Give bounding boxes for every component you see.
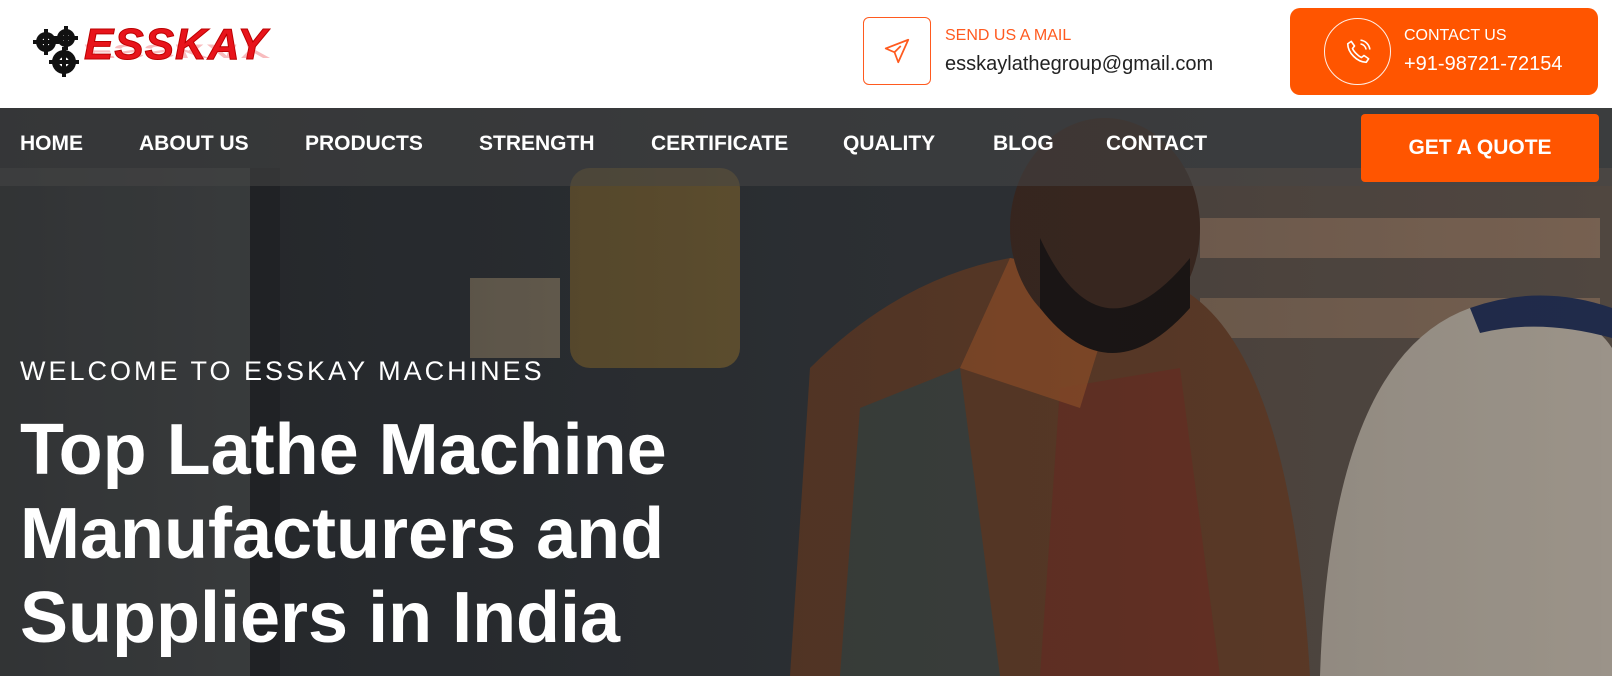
get-a-quote-button[interactable]: GET A QUOTE [1361,114,1599,182]
paper-plane-icon [884,38,910,64]
hero-headline-line-2: Manufacturers and [20,494,665,574]
nav-quality[interactable]: QUALITY [843,132,935,156]
gears-icon [33,26,79,77]
phone-icon [1346,38,1371,63]
hero-welcome-text: WELCOME TO ESSKAY MACHINES [20,356,545,386]
hero-headline-line-1: Top Lathe Machine [20,410,667,490]
mail-icon-box[interactable] [863,17,931,85]
logo-reflection: ESSKAY [84,39,268,62]
mail-address-link[interactable]: esskaylathegroup@gmail.com [945,53,1213,76]
hero-headline: Top Lathe Machine Manufacturers and Supp… [20,408,780,660]
nav-strength[interactable]: STRENGTH [479,132,595,156]
hero-section: HOME ABOUT US PRODUCTS STRENGTH CERTIFIC… [0,108,1612,676]
contact-label: CONTACT US [1404,27,1507,44]
nav-contact[interactable]: CONTACT [1106,132,1207,156]
site-header: ESSKAY ESSKAY SEND US A MAIL esskaylathe… [0,0,1612,108]
nav-products[interactable]: PRODUCTS [305,132,423,156]
nav-about-us[interactable]: ABOUT US [139,132,249,156]
contact-card[interactable]: CONTACT US +91-98721-72154 [1290,8,1598,95]
hero-headline-line-3: Suppliers in India [20,578,621,658]
nav-home[interactable]: HOME [20,132,83,156]
main-nav: HOME ABOUT US PRODUCTS STRENGTH CERTIFIC… [0,108,1612,186]
nav-blog[interactable]: BLOG [993,132,1054,156]
phone-icon-circle [1324,18,1391,85]
logo[interactable]: ESSKAY ESSKAY [32,18,292,96]
contact-phone-link[interactable]: +91-98721-72154 [1404,53,1562,76]
mail-label: SEND US A MAIL [945,27,1072,44]
nav-certificate[interactable]: CERTIFICATE [651,132,788,156]
